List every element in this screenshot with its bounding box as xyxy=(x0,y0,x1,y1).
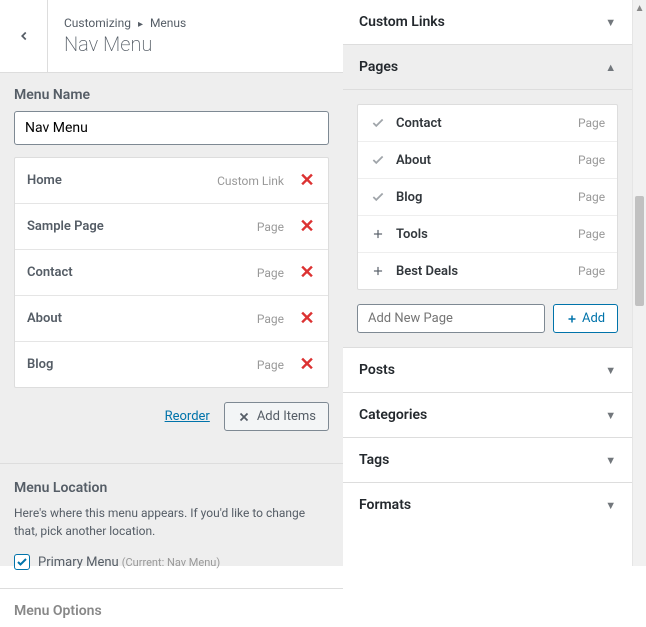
breadcrumb-current: Menus xyxy=(150,16,186,30)
accordion-label: Formats xyxy=(359,497,411,513)
right-panel: Custom Links ▼ Pages ▲ Contact Page Abou… xyxy=(343,0,646,566)
menu-options-section: Menu Options xyxy=(0,588,343,627)
page-row[interactable]: Contact Page xyxy=(358,105,617,142)
plus-icon xyxy=(370,226,386,242)
menu-name-section: Menu Name xyxy=(0,73,343,145)
page-row[interactable]: About Page xyxy=(358,142,617,179)
add-page-input[interactable] xyxy=(357,304,545,333)
chevron-down-icon: ▼ xyxy=(605,364,616,377)
page-type: Page xyxy=(578,264,605,278)
page-name: Blog xyxy=(396,190,578,205)
page-row[interactable]: Best Deals Page xyxy=(358,253,617,289)
page-type: Page xyxy=(578,227,605,241)
menu-item-label: Contact xyxy=(27,265,257,280)
page-name: Best Deals xyxy=(396,264,578,279)
primary-menu-label: Primary Menu xyxy=(38,555,119,570)
menu-actions: Reorder Add Items xyxy=(0,388,343,445)
chevron-down-icon: ▼ xyxy=(605,16,616,29)
scrollbar-thumb[interactable] xyxy=(635,196,644,306)
accordion-label: Categories xyxy=(359,407,427,423)
current-menu-hint: (Current: Nav Menu) xyxy=(122,556,220,569)
page-name: Contact xyxy=(396,116,578,131)
accordion-categories[interactable]: Categories ▼ xyxy=(343,392,632,437)
accordion-label: Tags xyxy=(359,452,389,468)
menu-options-label: Menu Options xyxy=(14,603,329,619)
page-row[interactable]: Tools Page xyxy=(358,216,617,253)
menu-item-type: Custom Link xyxy=(217,174,284,188)
menu-item[interactable]: Blog Page ✕ xyxy=(15,342,328,387)
accordion: Custom Links ▼ Pages ▲ Contact Page Abou… xyxy=(343,0,632,566)
accordion-formats[interactable]: Formats ▼ xyxy=(343,482,632,527)
close-icon xyxy=(237,410,251,424)
add-items-button[interactable]: Add Items xyxy=(224,402,329,431)
menu-items-list: Home Custom Link ✕ Sample Page Page ✕ Co… xyxy=(14,157,329,388)
breadcrumb: Customizing ▸ Menus xyxy=(64,16,327,30)
accordion-tags[interactable]: Tags ▼ xyxy=(343,437,632,482)
menu-item-label: Blog xyxy=(27,357,257,372)
menu-name-label: Menu Name xyxy=(14,87,329,103)
menu-item[interactable]: About Page ✕ xyxy=(15,296,328,342)
menu-item[interactable]: Sample Page Page ✕ xyxy=(15,204,328,250)
page-title: Nav Menu xyxy=(64,32,327,56)
menu-item-type: Page xyxy=(257,358,284,372)
plus-icon xyxy=(370,263,386,279)
checkmark-icon xyxy=(370,115,386,131)
menu-location-section: Menu Location Here's where this menu app… xyxy=(0,463,343,570)
menu-item[interactable]: Contact Page ✕ xyxy=(15,250,328,296)
accordion-label: Pages xyxy=(359,59,398,75)
add-page-button[interactable]: Add xyxy=(553,304,618,333)
menu-name-input[interactable] xyxy=(14,111,329,145)
page-type: Page xyxy=(578,153,605,167)
page-name: Tools xyxy=(396,227,578,242)
menu-item-label: About xyxy=(27,311,257,326)
remove-icon[interactable]: ✕ xyxy=(298,262,316,283)
menu-item-label: Home xyxy=(27,173,217,188)
left-panel: Customizing ▸ Menus Nav Menu Menu Name H… xyxy=(0,0,343,566)
plus-icon xyxy=(566,313,578,325)
pages-list: Contact Page About Page Blog Page Tools … xyxy=(357,104,618,290)
header-text: Customizing ▸ Menus Nav Menu xyxy=(48,2,343,70)
back-button[interactable] xyxy=(0,0,48,72)
breadcrumb-root: Customizing xyxy=(64,16,131,30)
page-name: About xyxy=(396,153,578,168)
add-items-label: Add Items xyxy=(257,409,316,424)
accordion-custom-links[interactable]: Custom Links ▼ xyxy=(343,0,632,44)
add-button-label: Add xyxy=(582,311,605,326)
page-row[interactable]: Blog Page xyxy=(358,179,617,216)
accordion-pages[interactable]: Pages ▲ xyxy=(343,44,632,89)
add-page-row: Add xyxy=(357,304,618,333)
remove-icon[interactable]: ✕ xyxy=(298,354,316,375)
menu-item-type: Page xyxy=(257,266,284,280)
menu-item-type: Page xyxy=(257,312,284,326)
checkbox-checked-icon[interactable] xyxy=(14,554,30,570)
chevron-up-icon: ▲ xyxy=(605,61,616,74)
accordion-posts[interactable]: Posts ▼ xyxy=(343,347,632,392)
pages-panel: Contact Page About Page Blog Page Tools … xyxy=(343,89,632,347)
scroll-up-icon[interactable]: ▲ xyxy=(633,0,646,16)
chevron-down-icon: ▼ xyxy=(605,409,616,422)
menu-item-type: Page xyxy=(257,220,284,234)
menu-location-label: Menu Location xyxy=(14,480,329,496)
accordion-label: Custom Links xyxy=(359,14,445,30)
checkmark-icon xyxy=(370,152,386,168)
menu-location-description: Here's where this menu appears. If you'd… xyxy=(14,504,329,540)
primary-menu-checkbox-row[interactable]: Primary Menu (Current: Nav Menu) xyxy=(14,554,329,570)
chevron-down-icon: ▼ xyxy=(605,454,616,467)
reorder-link[interactable]: Reorder xyxy=(165,409,210,424)
accordion-label: Posts xyxy=(359,362,395,378)
remove-icon[interactable]: ✕ xyxy=(298,170,316,191)
menu-item-label: Sample Page xyxy=(27,219,257,234)
menu-item[interactable]: Home Custom Link ✕ xyxy=(15,158,328,204)
remove-icon[interactable]: ✕ xyxy=(298,216,316,237)
page-type: Page xyxy=(578,190,605,204)
page-type: Page xyxy=(578,116,605,130)
checkmark-icon xyxy=(370,189,386,205)
chevron-down-icon: ▼ xyxy=(605,499,616,512)
chevron-left-icon xyxy=(17,29,31,43)
header: Customizing ▸ Menus Nav Menu xyxy=(0,0,343,73)
breadcrumb-separator-icon: ▸ xyxy=(138,19,143,30)
scrollbar[interactable]: ▲ xyxy=(632,0,646,566)
remove-icon[interactable]: ✕ xyxy=(298,308,316,329)
